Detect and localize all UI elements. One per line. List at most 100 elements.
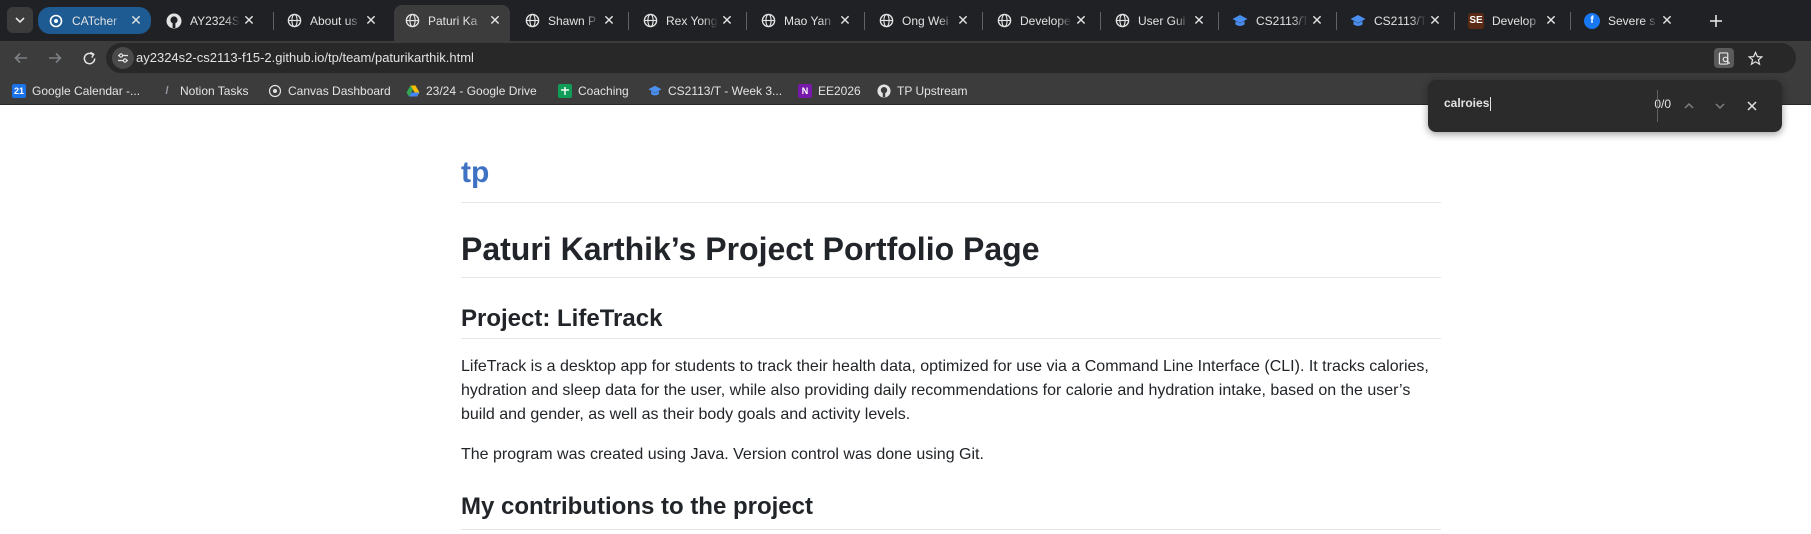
close-icon[interactable]: ✕ xyxy=(1542,12,1560,30)
chevron-up-icon xyxy=(1684,102,1694,109)
close-icon[interactable]: ✕ xyxy=(1426,12,1444,30)
tab-cs2113-2[interactable]: CS2113/T ✕ xyxy=(1340,5,1450,36)
close-icon[interactable]: ✕ xyxy=(1072,12,1090,30)
tab-rex-yong[interactable]: Rex Yong ✕ xyxy=(632,5,742,36)
tab-paturi-karthik[interactable]: Paturi Ka ✕ xyxy=(394,5,510,41)
canvas-icon xyxy=(268,84,282,98)
close-icon[interactable]: ✕ xyxy=(1658,12,1676,30)
bookmark-label: EE2026 xyxy=(818,84,861,98)
bookmark-star-icon[interactable] xyxy=(1745,48,1765,68)
tab-title: Mao Yan xyxy=(784,13,831,28)
bookmark-notion-tasks[interactable]: / Notion Tasks xyxy=(160,81,248,101)
globe-icon xyxy=(642,13,658,29)
bookmark-google-drive[interactable]: 23/24 - Google Drive xyxy=(406,81,537,101)
bookmark-ee2026[interactable]: N EE2026 xyxy=(798,81,861,101)
find-bar: calroies 0/0 xyxy=(1428,80,1782,132)
close-icon[interactable]: ✕ xyxy=(127,12,145,30)
tab-developer-guide-se-edu[interactable]: SE Develop ✕ xyxy=(1458,5,1566,36)
notion-icon: / xyxy=(165,85,169,97)
new-tab-button[interactable] xyxy=(1704,9,1728,33)
tab-separator xyxy=(1100,12,1101,30)
tab-mao-yan[interactable]: Mao Yan ✕ xyxy=(750,5,860,36)
close-icon[interactable]: ✕ xyxy=(240,12,258,30)
tab-title: CS2113/T xyxy=(1256,13,1308,28)
site-info-button[interactable] xyxy=(112,47,134,69)
tab-title: Develope xyxy=(1020,13,1071,28)
tab-ong-wei[interactable]: Ong Wei ✕ xyxy=(868,5,978,36)
tune-icon xyxy=(118,53,128,63)
tab-separator xyxy=(273,12,274,30)
arrow-right-icon xyxy=(49,52,62,64)
close-icon[interactable]: ✕ xyxy=(836,12,854,30)
github-icon xyxy=(166,13,182,29)
bookmark-canvas-dashboard[interactable]: Canvas Dashboard xyxy=(268,81,391,101)
graduation-cap-icon xyxy=(648,84,662,98)
tab-separator xyxy=(628,12,629,30)
bookmark-label: Notion Tasks xyxy=(180,84,249,98)
arrow-left-icon xyxy=(14,52,27,64)
tab-github-ay2324[interactable]: AY2324S ✕ xyxy=(156,5,264,36)
bookmark-label: 23/24 - Google Drive xyxy=(426,84,537,98)
graduation-cap-icon xyxy=(1350,13,1366,29)
project-heading: Project: LifeTrack xyxy=(461,305,663,332)
tab-user-guide[interactable]: User Gui ✕ xyxy=(1104,5,1214,36)
chevron-down-icon xyxy=(1715,103,1725,110)
find-in-page-icon[interactable] xyxy=(1714,48,1734,68)
divider xyxy=(461,529,1441,530)
close-icon[interactable]: ✕ xyxy=(954,12,972,30)
close-icon[interactable]: ✕ xyxy=(362,12,380,30)
globe-icon xyxy=(286,13,302,29)
tab-catcher[interactable]: CATcher ✕ xyxy=(38,7,151,34)
tab-title: Ong Wei xyxy=(902,13,949,28)
close-icon[interactable]: ✕ xyxy=(486,12,504,30)
facebook-icon: f xyxy=(1584,12,1600,29)
address-bar[interactable]: ay2324s2-cs2113-f15-2.github.io/tp/team/… xyxy=(106,43,1796,73)
close-icon[interactable]: ✕ xyxy=(1308,12,1326,30)
chevron-down-icon xyxy=(15,17,25,24)
tab-about-us[interactable]: About us ✕ xyxy=(276,5,386,36)
close-icon[interactable]: ✕ xyxy=(718,12,736,30)
coaching-icon xyxy=(558,84,572,98)
bookmark-label: CS2113/T - Week 3... xyxy=(668,84,783,98)
find-previous-button[interactable] xyxy=(1678,95,1700,117)
bookmark-coaching[interactable]: Coaching xyxy=(558,81,629,101)
bookmark-cs2113-week3[interactable]: CS2113/T - Week 3... xyxy=(648,81,782,101)
tab-title: CS2113/T xyxy=(1374,13,1426,28)
find-match-count: 0/0 xyxy=(1654,97,1671,111)
tab-title: Shawn P xyxy=(548,13,597,28)
tab-title: Rex Yong xyxy=(666,13,718,28)
find-input[interactable]: calroies xyxy=(1444,96,1644,116)
tab-title: AY2324S xyxy=(190,13,240,28)
tab-separator xyxy=(864,12,865,30)
github-icon xyxy=(877,84,891,98)
tab-title: Severe s xyxy=(1608,13,1656,28)
close-icon[interactable]: ✕ xyxy=(1190,12,1208,30)
globe-icon xyxy=(524,13,540,29)
bookmark-label: Coaching xyxy=(578,84,629,98)
bookmark-google-calendar[interactable]: 21 Google Calendar -... xyxy=(12,81,140,101)
bookmark-label: Canvas Dashboard xyxy=(288,84,391,98)
find-close-button[interactable] xyxy=(1741,95,1763,117)
tab-separator xyxy=(1336,12,1337,30)
bookmark-label: Google Calendar -... xyxy=(32,84,141,98)
site-title-link[interactable]: tp xyxy=(461,156,489,190)
find-next-button[interactable] xyxy=(1709,95,1731,117)
tab-shawn[interactable]: Shawn P ✕ xyxy=(514,5,624,36)
plus-icon xyxy=(1710,15,1722,27)
back-button[interactable] xyxy=(8,45,34,71)
reload-button[interactable] xyxy=(76,45,102,71)
tab-facebook-severe[interactable]: f Severe s ✕ xyxy=(1574,5,1682,36)
forward-button[interactable] xyxy=(42,45,68,71)
google-drive-icon xyxy=(406,84,420,98)
reload-icon xyxy=(83,51,95,64)
globe-icon xyxy=(996,13,1012,29)
google-calendar-icon: 21 xyxy=(12,84,26,98)
tab-cs2113-1[interactable]: CS2113/T ✕ xyxy=(1222,5,1332,36)
tab-developer-guide[interactable]: Develope ✕ xyxy=(986,5,1096,36)
tab-separator xyxy=(1570,12,1571,30)
onenote-icon: N xyxy=(798,84,812,98)
tab-search-button[interactable] xyxy=(7,7,33,33)
bookmark-tp-upstream[interactable]: TP Upstream xyxy=(877,81,967,101)
close-icon[interactable]: ✕ xyxy=(600,12,618,30)
tab-separator xyxy=(1454,12,1455,30)
